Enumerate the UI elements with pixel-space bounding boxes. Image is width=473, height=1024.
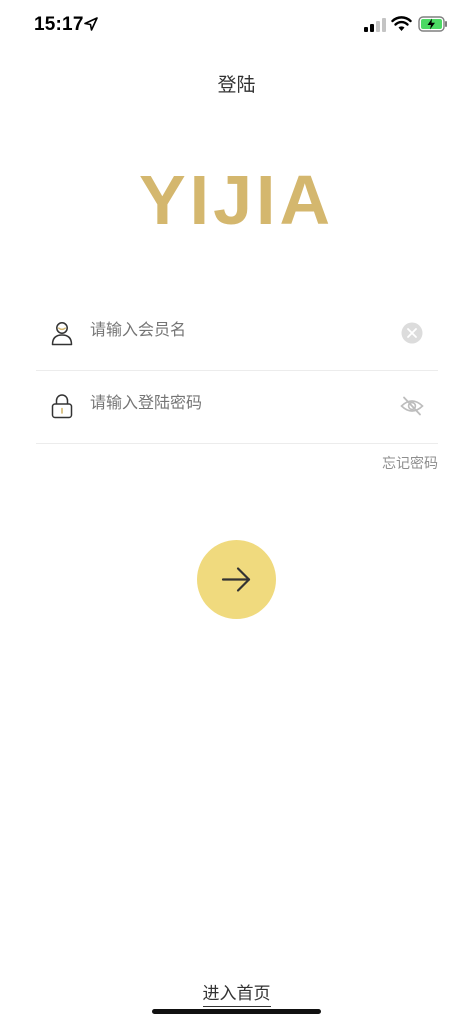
login-submit-button[interactable]: [197, 540, 276, 619]
enter-home-link[interactable]: 进入首页: [202, 984, 271, 1007]
eye-off-icon[interactable]: [400, 395, 424, 417]
forgot-password-link[interactable]: 忘记密码: [382, 453, 438, 473]
battery-charging-icon: [418, 16, 447, 32]
clear-icon[interactable]: [400, 322, 424, 344]
signal-icon: [364, 18, 386, 32]
password-input[interactable]: [90, 393, 380, 412]
page-title: 登陆: [217, 74, 256, 96]
username-field-row: [36, 296, 438, 371]
home-indicator: [152, 1009, 321, 1014]
arrow-right-icon: [221, 567, 251, 592]
username-input[interactable]: [90, 320, 380, 339]
brand-logo: YIJIA: [138, 161, 335, 239]
wifi-icon: [391, 16, 412, 31]
lock-icon: [51, 394, 73, 419]
status-bar: 15:17: [0, 0, 473, 52]
status-time: 15:17: [34, 14, 84, 35]
user-icon: [51, 322, 73, 346]
password-field-row: [36, 369, 438, 444]
enter-home-container: 进入首页: [0, 979, 473, 1007]
location-arrow-icon: [84, 17, 98, 31]
